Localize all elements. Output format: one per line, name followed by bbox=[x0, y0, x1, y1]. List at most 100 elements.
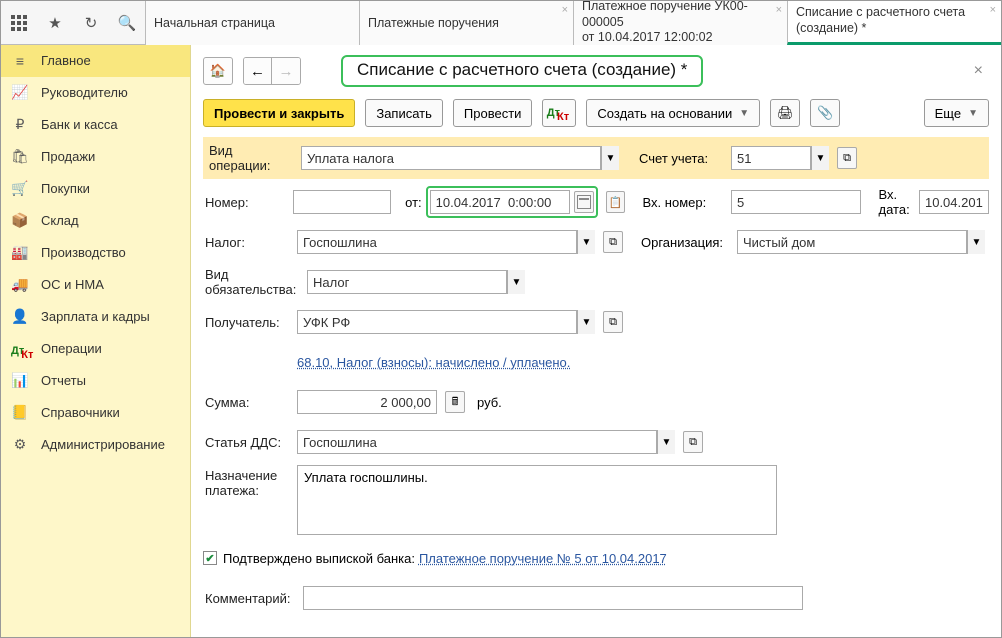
clipboard-button[interactable]: 📋 bbox=[606, 191, 625, 213]
innum-label: Вх. номер: bbox=[643, 195, 727, 210]
sidebar-item-label: Склад bbox=[41, 213, 79, 228]
sidebar-item-main[interactable]: ≡ Главное bbox=[1, 45, 190, 77]
close-page-button[interactable]: × bbox=[974, 62, 989, 80]
comment-input[interactable] bbox=[303, 586, 803, 610]
sidebar-item-payroll[interactable]: 👤Зарплата и кадры bbox=[1, 301, 190, 333]
dtkt-button[interactable]: Дт bbox=[542, 99, 576, 127]
create-based-on-button[interactable]: Создать на основании▼ bbox=[586, 99, 760, 127]
more-button[interactable]: Еще▼ bbox=[924, 99, 989, 127]
box-icon: 📦 bbox=[11, 212, 29, 229]
open-ref-button[interactable]: ⧉ bbox=[683, 431, 703, 453]
tab-paymentorder-doc[interactable]: Платежное поручение УК00-000005от 10.04.… bbox=[573, 1, 787, 45]
dropdown-icon[interactable]: ▼ bbox=[507, 270, 525, 294]
home-button[interactable]: 🏠 bbox=[203, 57, 233, 85]
confirmed-checkbox[interactable]: ✔Подтверждено выпиской банка: bbox=[203, 551, 415, 566]
open-ref-button[interactable]: ⧉ bbox=[837, 147, 857, 169]
chart-up-icon: 📈 bbox=[11, 84, 29, 101]
tab-bankwriteoff-new[interactable]: Списание с расчетного счета(создание) *× bbox=[787, 1, 1001, 45]
sidebar-item-label: Операции bbox=[41, 341, 102, 356]
write-button[interactable]: Записать bbox=[365, 99, 443, 127]
open-ref-button[interactable]: ⧉ bbox=[603, 311, 623, 333]
sidebar-item-warehouse[interactable]: 📦 Склад bbox=[1, 205, 190, 237]
purpose-textarea[interactable] bbox=[297, 465, 777, 535]
tax-label: Налог: bbox=[203, 235, 293, 250]
dds-input[interactable] bbox=[297, 430, 657, 454]
optype-input[interactable] bbox=[301, 146, 601, 170]
sidebar-item-label: Зарплата и кадры bbox=[41, 309, 150, 324]
purpose-label: Назначениеплатежа: bbox=[203, 465, 293, 498]
dropdown-icon[interactable]: ▼ bbox=[811, 146, 829, 170]
search-icon[interactable]: 🔍 bbox=[109, 1, 145, 45]
sidebar-item-operations[interactable]: Дт Операции bbox=[1, 333, 190, 365]
open-ref-button[interactable]: ⧉ bbox=[603, 231, 623, 253]
calculator-button[interactable]: 🖩 bbox=[445, 391, 465, 413]
attach-button[interactable]: 📎 bbox=[810, 99, 840, 127]
forward-button[interactable]: → bbox=[272, 58, 300, 84]
close-icon[interactable]: × bbox=[562, 4, 568, 16]
apps-icon[interactable] bbox=[1, 1, 37, 45]
close-icon[interactable]: × bbox=[776, 4, 782, 16]
sidebar-item-sales[interactable]: 🛍Продажи bbox=[1, 141, 190, 173]
sidebar-item-production[interactable]: 🏭Производство bbox=[1, 237, 190, 269]
document-toolbar: Провести и закрыть Записать Провести Дт … bbox=[203, 99, 989, 127]
dropdown-icon[interactable]: ▼ bbox=[577, 230, 595, 254]
bars-icon: 📊 bbox=[11, 372, 29, 389]
dropdown-icon[interactable]: ▼ bbox=[601, 146, 619, 170]
sidebar-item-label: Банк и касса bbox=[41, 117, 118, 132]
account-input[interactable] bbox=[731, 146, 811, 170]
sidebar-item-manager[interactable]: 📈 Руководителю bbox=[1, 77, 190, 109]
close-icon[interactable]: × bbox=[990, 4, 996, 16]
sidebar-item-label: Производство bbox=[41, 245, 126, 260]
sum-label: Сумма: bbox=[203, 395, 293, 410]
print-button[interactable]: 🖨 bbox=[770, 99, 800, 127]
menu-bars-icon: ≡ bbox=[11, 53, 29, 69]
gear-icon: ⚙ bbox=[11, 436, 29, 453]
dropdown-icon[interactable]: ▼ bbox=[967, 230, 985, 254]
obltype-input[interactable] bbox=[307, 270, 507, 294]
sidebar-item-label: Администрирование bbox=[41, 437, 165, 452]
payee-label: Получатель: bbox=[203, 315, 293, 330]
sum-input[interactable] bbox=[297, 390, 437, 414]
page-title: Списание с расчетного счета (создание) * bbox=[341, 55, 703, 87]
sidebar-item-refs[interactable]: 📒Справочники bbox=[1, 397, 190, 429]
dropdown-icon[interactable]: ▼ bbox=[577, 310, 595, 334]
payee-input[interactable] bbox=[297, 310, 577, 334]
dds-label: Статья ДДС: bbox=[203, 435, 293, 450]
book-icon: 📒 bbox=[11, 404, 29, 421]
optype-label: Вид операции: bbox=[207, 143, 297, 173]
back-button[interactable]: ← bbox=[244, 58, 272, 84]
bank-statement-link[interactable]: Платежное поручение № 5 от 10.04.2017 bbox=[419, 551, 667, 566]
post-and-close-button[interactable]: Провести и закрыть bbox=[203, 99, 355, 127]
main-panel: 🏠 ← → Списание с расчетного счета (созда… bbox=[191, 45, 1001, 637]
dropdown-icon[interactable]: ▼ bbox=[657, 430, 675, 454]
ruble-icon: ₽ bbox=[11, 116, 29, 133]
post-button[interactable]: Провести bbox=[453, 99, 533, 127]
org-input[interactable] bbox=[737, 230, 967, 254]
sidebar-item-label: Руководителю bbox=[41, 85, 128, 100]
chevron-down-icon: ▼ bbox=[968, 108, 978, 119]
sidebar-item-admin[interactable]: ⚙ Администрирование bbox=[1, 429, 190, 461]
date-input[interactable] bbox=[430, 190, 570, 214]
sidebar-item-assets[interactable]: 🚚ОС и НМА bbox=[1, 269, 190, 301]
org-label: Организация: bbox=[641, 235, 733, 250]
nav-arrows: ← → bbox=[243, 57, 301, 85]
dtkt-icon: Дт bbox=[11, 341, 29, 357]
number-input[interactable] bbox=[293, 190, 391, 214]
innum-input[interactable] bbox=[731, 190, 861, 214]
sidebar: ≡ Главное 📈 Руководителю ₽ Банк и касса 🛍Пр… bbox=[1, 45, 191, 637]
star-icon[interactable]: ★ bbox=[37, 1, 73, 45]
sidebar-item-reports[interactable]: 📊Отчеты bbox=[1, 365, 190, 397]
sidebar-item-bank[interactable]: ₽ Банк и касса bbox=[1, 109, 190, 141]
tab-start[interactable]: Начальная страница bbox=[145, 1, 359, 45]
truck-icon: 🚚 bbox=[11, 276, 29, 293]
indate-input[interactable] bbox=[919, 190, 989, 214]
rub-label: руб. bbox=[477, 395, 502, 410]
swap-icon[interactable]: ↻ bbox=[73, 1, 109, 45]
number-label: Номер: bbox=[203, 195, 289, 210]
tax-account-link[interactable]: 68.10, Налог (взносы): начислено / уплач… bbox=[297, 355, 570, 370]
tax-input[interactable] bbox=[297, 230, 577, 254]
calendar-button[interactable] bbox=[574, 191, 594, 213]
sidebar-item-purchases[interactable]: 🛒Покупки bbox=[1, 173, 190, 205]
sidebar-item-label: Главное bbox=[41, 53, 91, 68]
tab-paymentorders[interactable]: Платежные поручения× bbox=[359, 1, 573, 45]
